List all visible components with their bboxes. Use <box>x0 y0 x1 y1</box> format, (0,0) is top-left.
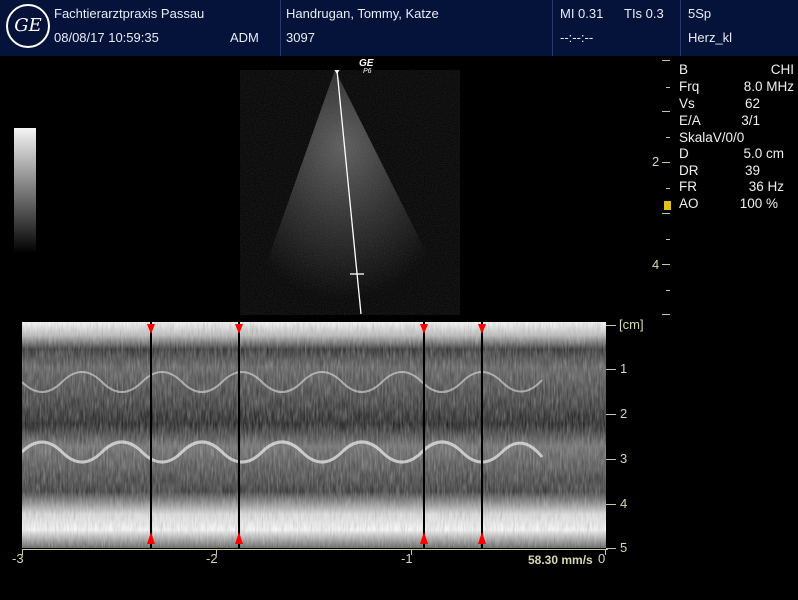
param-value: 8.0 MHz <box>743 79 794 94</box>
depth-tick <box>666 137 670 138</box>
header-divider <box>680 0 681 56</box>
patient-name: Handrugan, Tommy, Katze <box>286 6 439 21</box>
operator: ADM <box>230 30 259 45</box>
mmode-depth-tick <box>606 459 616 460</box>
time-axis-line <box>22 549 608 550</box>
mmode-depth-label: 3 <box>620 451 628 466</box>
param-value: CHI <box>770 62 794 77</box>
focus-marker-icon[interactable] <box>664 201 671 210</box>
preset-name: Herz_kl <box>688 30 733 45</box>
param-value: 36 Hz <box>748 179 784 194</box>
thermal-index: TIs 0.3 <box>624 6 664 21</box>
header-divider <box>280 0 281 56</box>
time-label: -1 <box>401 551 413 566</box>
param-value: 5.0 cm <box>743 146 784 161</box>
mmode-depth-tick <box>606 369 616 370</box>
depth-tick <box>666 87 670 88</box>
depth-tick <box>662 264 670 265</box>
header-bar: GE Fachtierarztpraxis Passau 08/08/17 10… <box>0 0 798 56</box>
bmode-depth-label: 4 <box>652 257 660 272</box>
depth-tick <box>666 239 670 240</box>
depth-tick <box>666 188 670 189</box>
depth-tick <box>662 162 670 163</box>
bmode-sector-image <box>250 70 455 315</box>
mmode-trace <box>22 322 606 548</box>
time-label: -3 <box>12 551 24 566</box>
probe-sub-mark: P6 <box>363 68 372 75</box>
time-label: -2 <box>206 551 218 566</box>
param-label: D <box>679 146 689 161</box>
param-value: 62 <box>744 96 760 111</box>
depth-tick <box>662 111 670 112</box>
probe-name: 5Sp <box>688 6 712 21</box>
timer-readout: --:--:-- <box>560 30 594 45</box>
mmode-speckle <box>22 322 606 548</box>
param-value: 39 <box>744 163 760 178</box>
param-value: 100 % <box>739 196 778 211</box>
param-label: SkalaV/0/0 <box>679 130 745 145</box>
param-label: FR <box>679 179 697 194</box>
mmode-depth-label: 2 <box>620 406 628 421</box>
param-label: B <box>679 62 689 77</box>
depth-tick <box>662 213 670 214</box>
time-label: 0 <box>598 551 606 566</box>
param-value: 3/1 <box>741 113 760 128</box>
ge-logo: GE <box>6 4 50 48</box>
clinic-name: Fachtierarztpraxis Passau <box>54 6 205 21</box>
mmode-depth-tick <box>606 325 616 326</box>
depth-tick <box>662 314 670 315</box>
param-label: AO <box>679 196 699 211</box>
grayscale-bar <box>14 128 36 253</box>
bmode-depth-label: 2 <box>652 154 660 169</box>
mmode-depth-tick <box>606 414 616 415</box>
sector-speckle <box>250 70 455 315</box>
exam-datetime: 08/08/17 10:59:35 <box>54 30 159 45</box>
mmode-depth-label: 1 <box>620 361 628 376</box>
sweep-speed: 58.30 mm/s <box>528 553 593 567</box>
header-divider <box>552 0 553 56</box>
patient-id: 3097 <box>286 30 315 45</box>
depth-tick <box>666 290 670 291</box>
probe-orientation-icon <box>334 70 340 74</box>
depth-tick <box>662 60 670 61</box>
param-label: Frq <box>679 79 700 94</box>
mechanical-index: MI 0.31 <box>560 6 604 21</box>
mmode-depth-label: 5 <box>620 540 628 555</box>
mmode-depth-label: 4 <box>620 496 628 511</box>
mmode-unit-label: [cm] <box>619 317 644 332</box>
mmode-depth-tick <box>606 504 616 505</box>
